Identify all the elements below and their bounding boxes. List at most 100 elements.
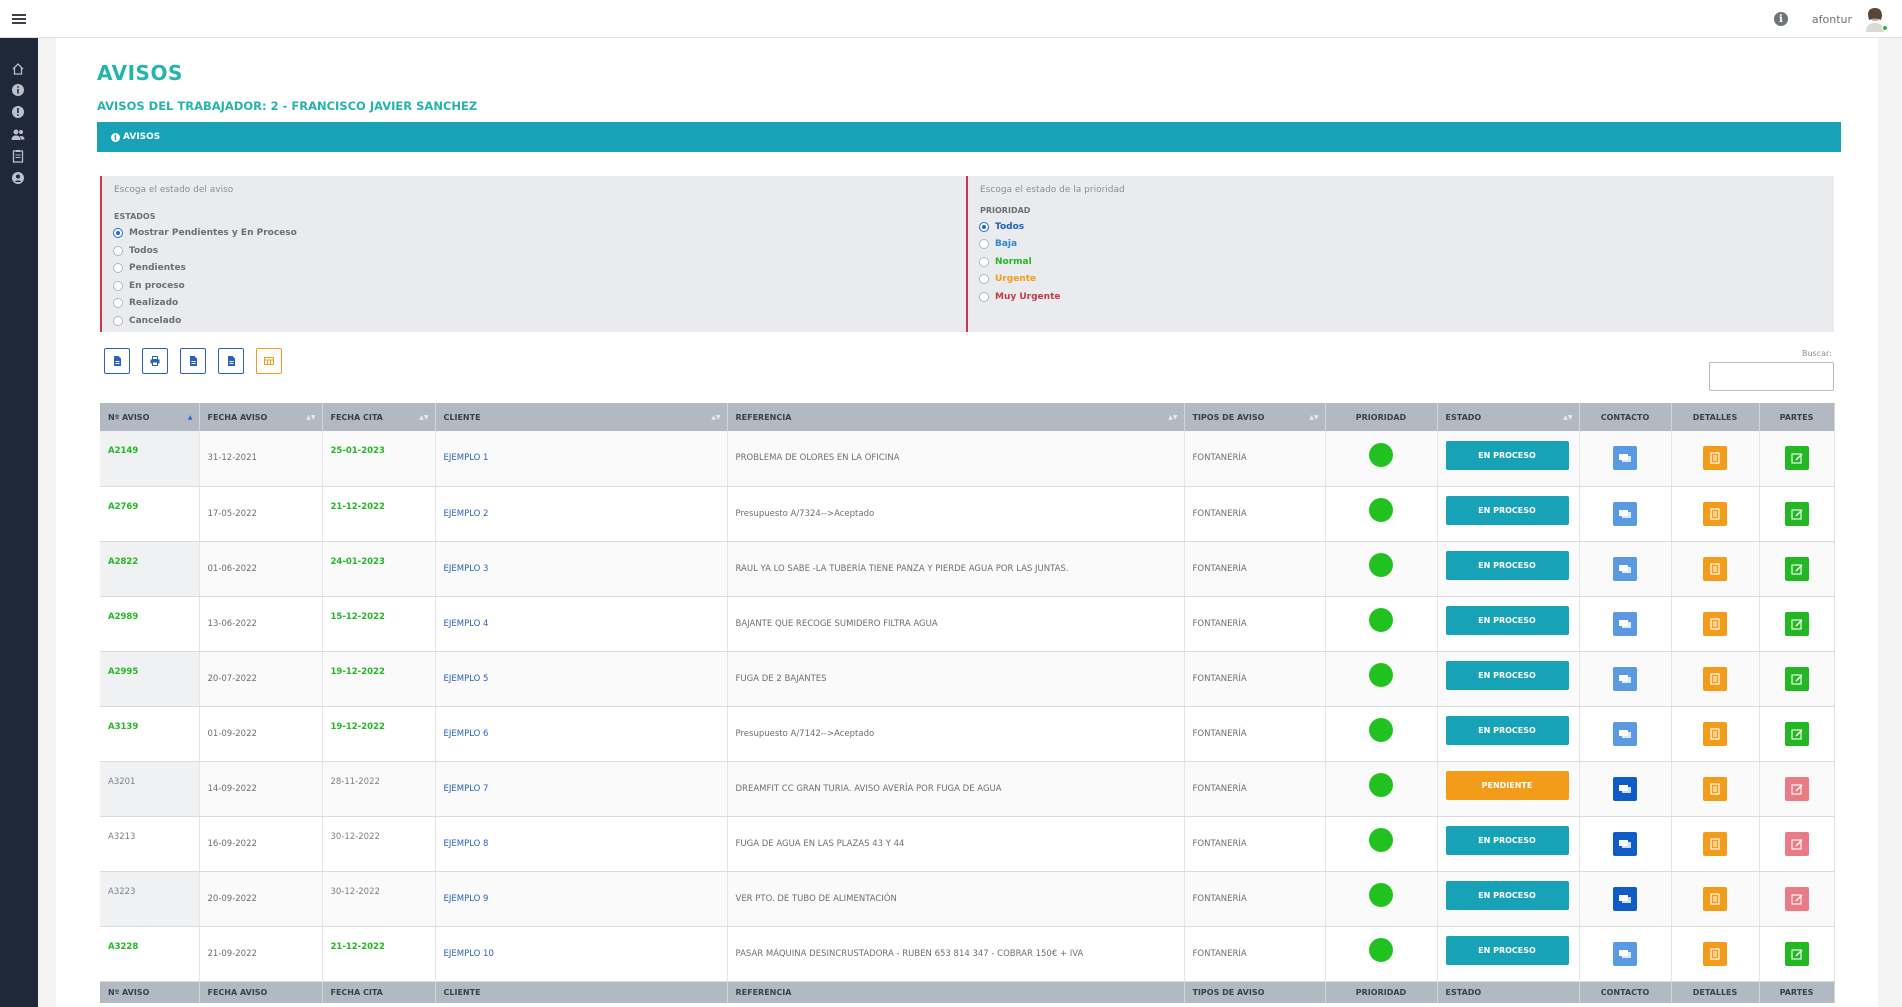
estado-button[interactable]: EN PROCESO	[1445, 716, 1569, 745]
estado-button[interactable]: EN PROCESO	[1445, 826, 1569, 855]
estado-option[interactable]: Todos	[113, 245, 158, 256]
radio-button[interactable]	[113, 298, 123, 309]
table-row[interactable]: A3201 14-09-2022 28-11-2022 EJEMPLO 7 DREAMF…	[100, 761, 1835, 817]
details-button[interactable]	[1703, 886, 1727, 911]
table-row[interactable]: A2995 20-07-2022 19-12-2022 EJEMPLO 5 FUGA D…	[100, 651, 1835, 707]
cliente-link[interactable]: EJEMPLO 9	[444, 894, 489, 904]
radio-button[interactable]	[979, 274, 989, 285]
cliente-link[interactable]: EJEMPLO 4	[444, 619, 489, 629]
radio-button[interactable]	[113, 316, 123, 326]
prioridad-option[interactable]: Normal	[979, 256, 1032, 267]
prioridad-option[interactable]: Urgente	[979, 274, 1036, 285]
table-row[interactable]: A3213 16-09-2022 30-12-2022 EJEMPLO 8 FUGA D…	[100, 816, 1835, 872]
table-row[interactable]: A3228 21-09-2022 21-12-2022 EJEMPLO 10 PASAR…	[100, 926, 1835, 982]
users-icon[interactable]	[10, 126, 25, 141]
contact-button[interactable]	[1613, 721, 1637, 746]
estado-option[interactable]: Pendientes	[113, 263, 186, 274]
radio-button[interactable]	[113, 263, 123, 274]
menu-toggle-icon[interactable]	[0, 0, 38, 38]
print-button[interactable]	[142, 348, 168, 374]
partes-button[interactable]	[1784, 556, 1809, 581]
table-row[interactable]: A2149 31-12-2021 25-01-2023 EJEMPLO 1 PROBLE…	[100, 431, 1835, 487]
cliente-link[interactable]: EJEMPLO 10	[444, 949, 494, 959]
table-row[interactable]: A2822 01-06-2022 24-01-2023 EJEMPLO 3 RAUL Y…	[100, 541, 1835, 597]
contact-button[interactable]	[1613, 776, 1637, 801]
cliente-link[interactable]: EJEMPLO 6	[444, 729, 489, 739]
estado-button[interactable]: EN PROCESO	[1445, 496, 1569, 525]
cliente-link[interactable]: EJEMPLO 1	[444, 453, 489, 463]
radio-button[interactable]	[979, 256, 989, 267]
table-row[interactable]: A3139 01-09-2022 19-12-2022 EJEMPLO 6 Presup…	[100, 706, 1835, 762]
alert-icon[interactable]	[10, 104, 25, 119]
estado-button[interactable]: EN PROCESO	[1445, 440, 1569, 470]
search-input[interactable]	[1709, 362, 1834, 391]
home-icon[interactable]	[10, 61, 25, 76]
radio-button[interactable]	[113, 280, 123, 291]
partes-button[interactable]	[1784, 831, 1809, 856]
contact-button[interactable]	[1613, 446, 1637, 471]
estado-button[interactable]: PENDIENTE	[1445, 771, 1569, 800]
details-button[interactable]	[1703, 776, 1727, 801]
table-row[interactable]: A2769 17-05-2022 21-12-2022 EJEMPLO 2 Presup…	[100, 486, 1835, 542]
username[interactable]: afontur	[1812, 13, 1852, 26]
estado-option[interactable]: Realizado	[113, 298, 178, 309]
cliente-link[interactable]: EJEMPLO 7	[444, 784, 489, 794]
prioridad-option[interactable]: Baja	[979, 239, 1017, 250]
partes-button[interactable]	[1784, 721, 1809, 746]
partes-button[interactable]	[1784, 886, 1809, 911]
export-pdf-button[interactable]	[218, 348, 244, 374]
estado-button[interactable]: EN PROCESO	[1445, 881, 1569, 910]
cliente-link[interactable]: EJEMPLO 2	[444, 509, 489, 519]
details-button[interactable]	[1703, 501, 1727, 526]
header-estado[interactable]: ESTADO ▲▼	[1437, 403, 1580, 431]
radio-button[interactable]	[979, 222, 989, 232]
estado-button[interactable]: EN PROCESO	[1445, 936, 1569, 965]
radio-button[interactable]	[113, 245, 123, 256]
estado-button[interactable]: EN PROCESO	[1445, 661, 1569, 690]
header-referencia[interactable]: REFERENCIA ▲▼	[727, 403, 1185, 431]
export-csv-button[interactable]	[104, 348, 130, 374]
header-num-aviso[interactable]: Nº AVISO ▲	[100, 403, 200, 431]
partes-button[interactable]	[1784, 446, 1809, 471]
contact-button[interactable]	[1613, 611, 1637, 636]
details-button[interactable]	[1703, 831, 1727, 856]
radio-button[interactable]	[979, 239, 989, 250]
contact-button[interactable]	[1613, 501, 1637, 526]
export-excel-button[interactable]	[180, 348, 206, 374]
header-fecha-aviso[interactable]: FECHA AVISO ▲▼	[199, 403, 323, 431]
estado-option[interactable]: Cancelado	[113, 316, 181, 326]
contact-button[interactable]	[1613, 666, 1637, 691]
details-button[interactable]	[1703, 611, 1727, 636]
partes-button[interactable]	[1784, 776, 1809, 801]
cliente-link[interactable]: EJEMPLO 5	[444, 674, 489, 684]
partes-button[interactable]	[1784, 941, 1809, 966]
details-button[interactable]	[1703, 721, 1727, 746]
header-tipos-aviso[interactable]: TIPOS DE AVISO ▲▼	[1184, 403, 1326, 431]
contact-button[interactable]	[1613, 556, 1637, 581]
contact-button[interactable]	[1613, 831, 1637, 856]
info-icon[interactable]	[10, 82, 25, 97]
estado-button[interactable]: EN PROCESO	[1445, 606, 1569, 635]
prioridad-option[interactable]: Todos	[979, 222, 1024, 232]
prioridad-option[interactable]: Muy Urgente	[979, 291, 1060, 302]
contact-button[interactable]	[1613, 886, 1637, 911]
radio-button[interactable]	[979, 291, 989, 302]
cliente-link[interactable]: EJEMPLO 8	[444, 839, 489, 849]
contact-button[interactable]	[1613, 941, 1637, 966]
details-button[interactable]	[1703, 446, 1727, 471]
user-circle-icon[interactable]	[10, 170, 25, 185]
header-cliente[interactable]: CLIENTE ▲▼	[435, 403, 728, 431]
estado-button[interactable]: EN PROCESO	[1445, 551, 1569, 580]
table-row[interactable]: A2989 13-06-2022 15-12-2022 EJEMPLO 4 BAJANT…	[100, 596, 1835, 652]
info-icon[interactable]: i	[1773, 12, 1788, 26]
header-fecha-cita[interactable]: FECHA CITA ▲▼	[322, 403, 436, 431]
column-visibility-button[interactable]	[256, 348, 282, 374]
cliente-link[interactable]: EJEMPLO 3	[444, 564, 489, 574]
avatar[interactable]	[1862, 6, 1888, 32]
estado-option[interactable]: En proceso	[113, 280, 185, 291]
details-button[interactable]	[1703, 556, 1727, 581]
details-button[interactable]	[1703, 941, 1727, 966]
clipboard-icon[interactable]	[10, 148, 25, 163]
details-button[interactable]	[1703, 666, 1727, 691]
partes-button[interactable]	[1784, 666, 1809, 691]
